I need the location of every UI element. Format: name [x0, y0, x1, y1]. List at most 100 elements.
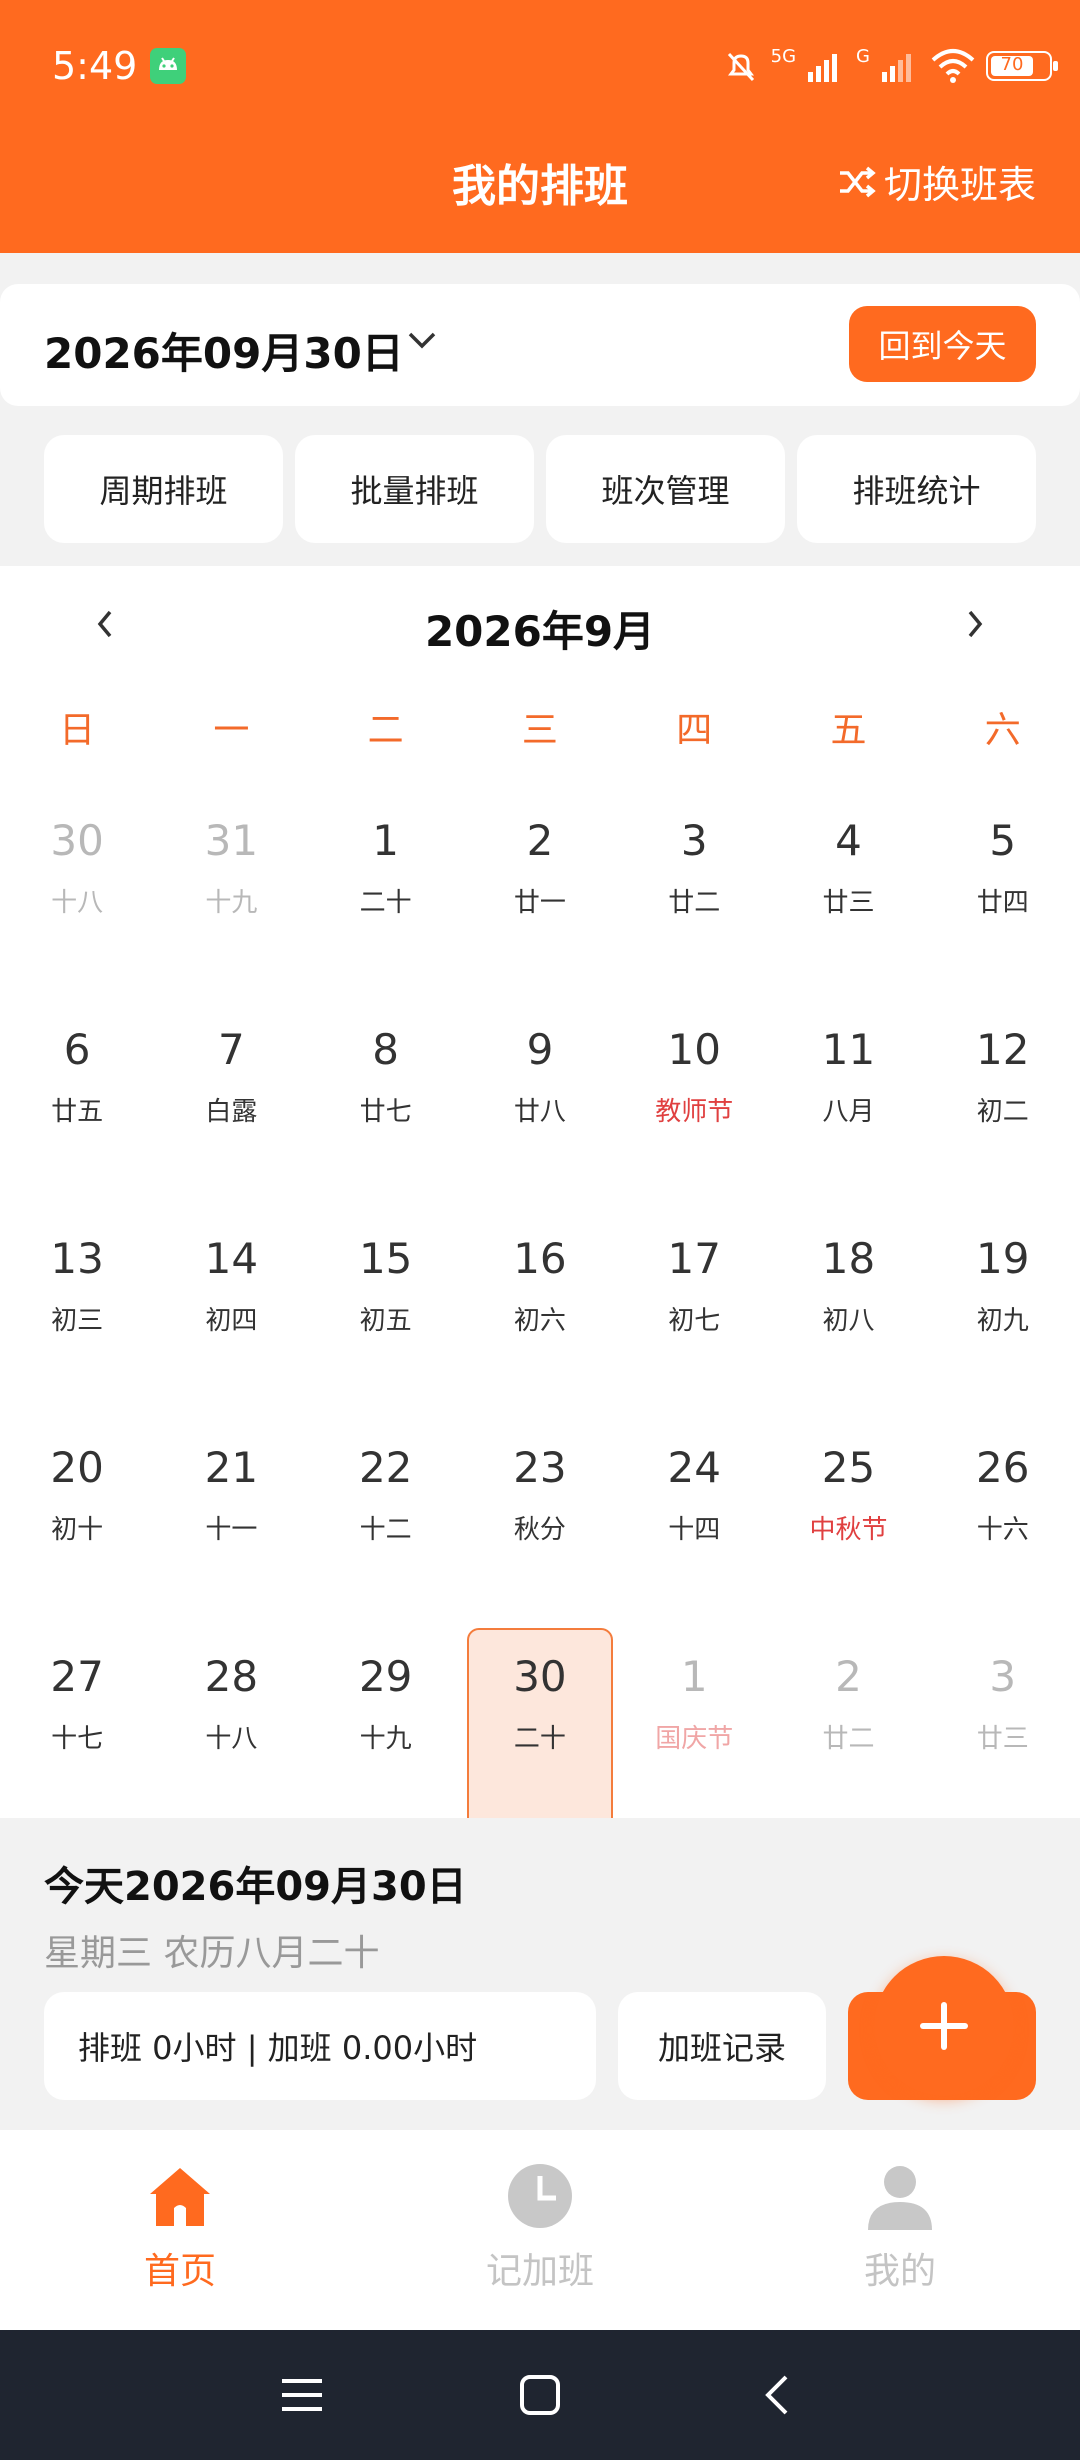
calendar-day[interactable]: 1 国庆节 — [617, 1624, 771, 1833]
calendar-day[interactable]: 16 初六 — [463, 1206, 617, 1415]
day-lunar-label: 教师节 — [655, 1097, 734, 1127]
weekday-label: 三 — [521, 710, 558, 751]
battery-level: 70 — [1000, 54, 1024, 75]
calendar-day[interactable]: 25 中秋节 — [771, 1415, 925, 1624]
plus-icon — [920, 2002, 968, 2050]
day-lunar-label: 十七 — [51, 1724, 104, 1754]
calendar-day[interactable]: 18 初八 — [771, 1206, 925, 1415]
calendar-day[interactable]: 28 十八 — [154, 1624, 308, 1833]
calendar-day[interactable]: 23 秋分 — [463, 1415, 617, 1624]
tab-home[interactable]: 首页 — [80, 2160, 280, 2294]
day-number: 30 — [50, 816, 104, 865]
day-lunar-label: 十八 — [205, 1724, 258, 1754]
chevron-down-icon[interactable] — [404, 326, 440, 356]
overtime-records-button[interactable]: 加班记录 — [618, 1992, 826, 2100]
calendar-day[interactable]: 24 十四 — [617, 1415, 771, 1624]
today-info-panel: 今天2026年09月30日 星期三 农历八月二十 排班 0小时 | 加班 0.0… — [0, 1818, 1080, 2130]
calendar-day[interactable]: 10 教师节 — [617, 997, 771, 1206]
schedule-stats-button[interactable]: 排班统计 — [797, 435, 1036, 543]
system-nav-bar — [0, 2330, 1080, 2460]
day-lunar-label: 十一 — [205, 1515, 258, 1545]
day-number: 1 — [680, 1652, 708, 1701]
calendar-day[interactable]: 19 初九 — [926, 1206, 1080, 1415]
day-number: 4 — [835, 816, 862, 865]
day-number: 30 — [513, 1652, 567, 1701]
day-number: 5 — [989, 816, 1017, 865]
cycle-schedule-button[interactable]: 周期排班 — [44, 435, 283, 543]
day-number: 31 — [204, 816, 259, 865]
day-lunar-label: 廿三 — [976, 1724, 1029, 1754]
back-to-today-button[interactable]: 回到今天 — [849, 306, 1036, 382]
signal-icon — [808, 54, 838, 82]
calendar-day-selected[interactable]: 30 二十 — [463, 1624, 617, 1833]
home-square-icon[interactable] — [518, 2373, 562, 2417]
today-subtitle: 星期三 农历八月二十 — [44, 1933, 380, 1974]
calendar-day[interactable]: 13 初三 — [0, 1206, 154, 1415]
calendar-day[interactable]: 2 廿二 — [771, 1624, 925, 1833]
calendar-day[interactable]: 31 十九 — [154, 788, 308, 997]
calendar-day[interactable]: 1 二十 — [309, 788, 463, 997]
calendar-day[interactable]: 21 十一 — [154, 1415, 308, 1624]
add-button[interactable] — [874, 1956, 1014, 2096]
calendar-week-row: 13 初三 14 初四 15 初五 16 初六 17 初七 18 初八 19 初九 — [0, 1206, 1080, 1415]
day-lunar-label: 初八 — [822, 1306, 875, 1336]
mute-bell-icon — [727, 52, 754, 82]
batch-schedule-button[interactable]: 批量排班 — [295, 435, 534, 543]
next-month-icon[interactable] — [960, 604, 990, 644]
day-number: 23 — [513, 1443, 567, 1492]
calendar-week-row: 27 十七 28 十八 29 十九 30 二十 1 国庆节 2 廿二 3 廿三 — [0, 1624, 1080, 1833]
day-number: 15 — [358, 1234, 413, 1283]
calendar-day[interactable]: 30 十八 — [0, 788, 154, 997]
calendar-day[interactable]: 12 初二 — [926, 997, 1080, 1206]
back-icon[interactable] — [756, 2373, 800, 2417]
day-lunar-label: 廿五 — [51, 1097, 104, 1127]
day-lunar-label: 十六 — [976, 1515, 1029, 1545]
calendar-day[interactable]: 27 十七 — [0, 1624, 154, 1833]
weekday-label: 一 — [213, 710, 250, 751]
day-lunar-label: 十八 — [51, 888, 104, 918]
weekday-label: 四 — [676, 710, 713, 751]
calendar-day[interactable]: 15 初五 — [309, 1206, 463, 1415]
date-bar: 2026年09月30日 回到今天 — [0, 284, 1080, 406]
calendar-day[interactable]: 17 初七 — [617, 1206, 771, 1415]
calendar-week-row: 6 廿五 7 白露 8 廿七 9 廿八 10 教师节 11 八月 12 初二 — [0, 997, 1080, 1206]
calendar-day[interactable]: 22 十二 — [309, 1415, 463, 1624]
menu-icon[interactable] — [280, 2373, 324, 2417]
calendar-day[interactable]: 20 初十 — [0, 1415, 154, 1624]
shuffle-icon — [839, 166, 876, 197]
switch-table-button[interactable]: 切换班表 — [838, 154, 1036, 209]
calendar-day[interactable]: 2 廿一 — [463, 788, 617, 997]
calendar-day[interactable]: 8 廿七 — [309, 997, 463, 1206]
day-lunar-label: 廿一 — [513, 888, 566, 918]
day-number: 2 — [835, 1652, 862, 1701]
date-picker-label[interactable]: 2026年09月30日 — [44, 320, 404, 381]
calendar-day[interactable]: 3 廿三 — [926, 1624, 1080, 1833]
calendar-day[interactable]: 7 白露 — [154, 997, 308, 1206]
calendar-day[interactable]: 14 初四 — [154, 1206, 308, 1415]
calendar-day[interactable]: 4 廿三 — [771, 788, 925, 997]
day-number: 21 — [204, 1443, 259, 1492]
calendar-day[interactable]: 29 十九 — [309, 1624, 463, 1833]
day-lunar-label: 二十 — [513, 1724, 566, 1754]
day-number: 3 — [680, 816, 708, 865]
calendar-day[interactable]: 9 廿八 — [463, 997, 617, 1206]
tab-overtime[interactable]: 记加班 — [440, 2160, 640, 2294]
android-app-icon — [150, 48, 186, 84]
shift-management-button[interactable]: 班次管理 — [546, 435, 785, 543]
day-number: 6 — [63, 1025, 91, 1074]
signal-icon-2 — [882, 54, 911, 82]
calendar-day[interactable]: 26 十六 — [926, 1415, 1080, 1624]
calendar-day[interactable]: 5 廿四 — [926, 788, 1080, 997]
status-icons: 5G G 70 — [721, 42, 1058, 90]
day-lunar-label: 初十 — [51, 1515, 104, 1545]
home-icon — [150, 2168, 210, 2226]
clock-icon — [508, 2164, 572, 2228]
tab-overtime-label: 记加班 — [485, 2251, 594, 2292]
day-number: 7 — [218, 1025, 245, 1074]
calendar-day[interactable]: 6 廿五 — [0, 997, 154, 1206]
day-number: 16 — [513, 1234, 567, 1283]
tab-mine[interactable]: 我的 — [800, 2160, 1000, 2294]
network-type-label: 5G — [770, 45, 797, 67]
calendar-day[interactable]: 3 廿二 — [617, 788, 771, 997]
calendar-day[interactable]: 11 八月 — [771, 997, 925, 1206]
